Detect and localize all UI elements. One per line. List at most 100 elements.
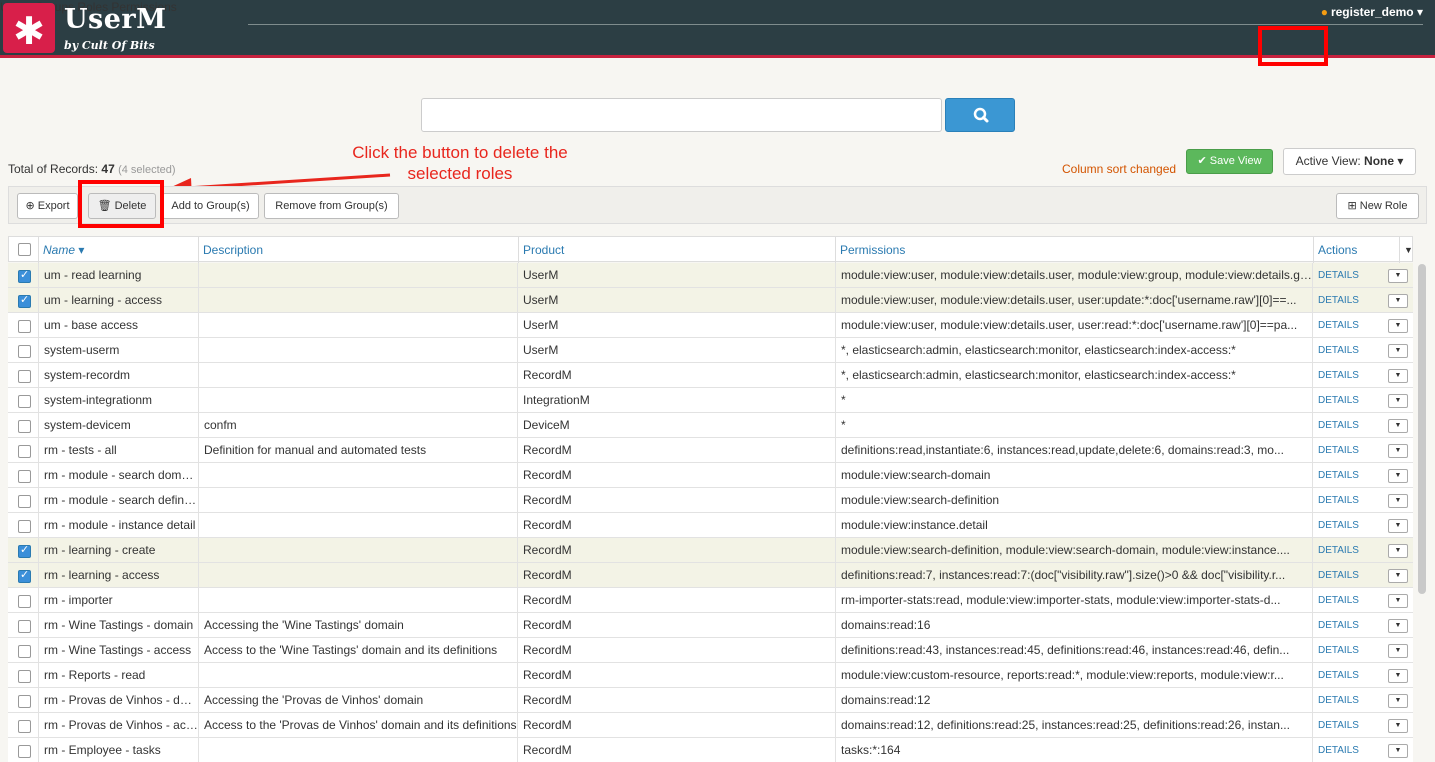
column-product[interactable]: Product: [518, 237, 836, 263]
row-menu-caret-icon[interactable]: ▼: [1388, 319, 1408, 333]
table-row[interactable]: um - base access UserM module:view:user, m…: [8, 313, 1413, 338]
table-row[interactable]: rm - importer RecordM rm-importer-stats:re…: [8, 588, 1413, 613]
row-checkbox[interactable]: [18, 620, 31, 633]
row-checkbox[interactable]: [18, 595, 31, 608]
row-menu-caret-icon[interactable]: ▼: [1388, 269, 1408, 283]
row-permissions: definitions:read:7, instances:read:7:(do…: [835, 563, 1312, 588]
table-row[interactable]: um - learning - access UserMmodule:view:u…: [8, 288, 1413, 313]
export-button[interactable]: ⊕ Export: [17, 193, 78, 219]
row-menu-caret-icon[interactable]: ▼: [1388, 369, 1408, 383]
remove-from-group-button[interactable]: Remove from Group(s): [264, 193, 399, 219]
row-menu-caret-icon[interactable]: ▼: [1388, 544, 1408, 558]
table-row[interactable]: um - read learning UserMmodule:view:user,…: [8, 263, 1413, 288]
table-row[interactable]: system-recordm RecordM *, elasticsearch:ad…: [8, 363, 1413, 388]
row-checkbox[interactable]: [18, 645, 31, 658]
row-menu-caret-icon[interactable]: ▼: [1388, 619, 1408, 633]
table-row[interactable]: rm - Employee - tasks RecordM tasks:*:164 D…: [8, 738, 1413, 762]
details-link[interactable]: DETAILS: [1318, 288, 1359, 313]
details-link[interactable]: DETAILS: [1318, 338, 1359, 363]
details-link[interactable]: DETAILS: [1318, 413, 1359, 438]
table-row[interactable]: system-integrationm IntegrationM * DETAILS ▼: [8, 388, 1413, 413]
row-checkbox[interactable]: [18, 495, 31, 508]
row-menu-caret-icon[interactable]: ▼: [1388, 719, 1408, 733]
details-link[interactable]: DETAILS: [1318, 738, 1359, 762]
column-description[interactable]: Description: [198, 237, 516, 263]
select-all-checkbox[interactable]: [18, 243, 31, 256]
row-checkbox[interactable]: [18, 470, 31, 483]
row-checkbox[interactable]: [18, 345, 31, 358]
row-product: RecordM: [517, 738, 835, 762]
row-checkbox[interactable]: [18, 420, 31, 433]
details-link[interactable]: DETAILS: [1318, 538, 1359, 563]
row-checkbox[interactable]: [18, 695, 31, 708]
table-row[interactable]: rm - Reports - read RecordM module:view:cu…: [8, 663, 1413, 688]
column-permissions[interactable]: Permissions: [835, 237, 1313, 263]
details-link[interactable]: DETAILS: [1318, 713, 1359, 738]
table-row[interactable]: rm - learning - access RecordMdefinitions…: [8, 563, 1413, 588]
row-checkbox[interactable]: [18, 268, 31, 283]
details-link[interactable]: DETAILS: [1318, 488, 1359, 513]
table-row[interactable]: rm - Wine Tastings - domain Accessing the…: [8, 613, 1413, 638]
row-menu-caret-icon[interactable]: ▼: [1388, 494, 1408, 508]
row-checkbox[interactable]: [18, 395, 31, 408]
row-checkbox[interactable]: [18, 568, 31, 583]
table-scrollbar[interactable]: [1418, 264, 1426, 594]
table-row[interactable]: system-devicem confm DeviceM * DETAILS ▼: [8, 413, 1413, 438]
user-menu[interactable]: ● register_demo ▾: [1321, 5, 1423, 19]
table-row[interactable]: rm - tests - all Definition for manual an…: [8, 438, 1413, 463]
row-description: Definition for manual and automated test…: [198, 438, 518, 463]
new-role-button[interactable]: ⊞ New Role: [1336, 193, 1419, 219]
row-menu-caret-icon[interactable]: ▼: [1388, 394, 1408, 408]
save-view-button[interactable]: ✔ Save View: [1186, 149, 1273, 174]
row-menu-caret-icon[interactable]: ▼: [1388, 694, 1408, 708]
row-checkbox[interactable]: [18, 745, 31, 758]
details-link[interactable]: DETAILS: [1318, 313, 1359, 338]
details-link[interactable]: DETAILS: [1318, 688, 1359, 713]
table-row[interactable]: rm - Provas de Vinhos - access Access to …: [8, 713, 1413, 738]
details-link[interactable]: DETAILS: [1318, 663, 1359, 688]
details-link[interactable]: DETAILS: [1318, 638, 1359, 663]
row-menu-caret-icon[interactable]: ▼: [1388, 444, 1408, 458]
row-checkbox[interactable]: [18, 720, 31, 733]
row-menu-caret-icon[interactable]: ▼: [1388, 294, 1408, 308]
table-row[interactable]: rm - learning - create RecordMmodule:view…: [8, 538, 1413, 563]
add-to-group-button[interactable]: Add to Group(s): [162, 193, 259, 219]
row-menu-caret-icon[interactable]: ▼: [1388, 569, 1408, 583]
details-link[interactable]: DETAILS: [1318, 363, 1359, 388]
details-link[interactable]: DETAILS: [1318, 613, 1359, 638]
active-view-dropdown[interactable]: Active View: None ▾: [1283, 148, 1416, 175]
details-link[interactable]: DETAILS: [1318, 388, 1359, 413]
row-checkbox[interactable]: [18, 520, 31, 533]
row-product: RecordM: [517, 488, 835, 513]
column-menu-caret-icon[interactable]: ▼: [1399, 237, 1414, 263]
row-checkbox[interactable]: [18, 293, 31, 308]
details-link[interactable]: DETAILS: [1318, 463, 1359, 488]
row-checkbox[interactable]: [18, 670, 31, 683]
row-checkbox[interactable]: [18, 320, 31, 333]
details-link[interactable]: DETAILS: [1318, 588, 1359, 613]
row-menu-caret-icon[interactable]: ▼: [1388, 419, 1408, 433]
table-row[interactable]: rm - module - search domains RecordM modul…: [8, 463, 1413, 488]
row-checkbox[interactable]: [18, 370, 31, 383]
table-row[interactable]: rm - module - search definitions RecordM m…: [8, 488, 1413, 513]
details-link[interactable]: DETAILS: [1318, 563, 1359, 588]
table-row[interactable]: rm - module - instance detail RecordM modu…: [8, 513, 1413, 538]
details-link[interactable]: DETAILS: [1318, 513, 1359, 538]
table-row[interactable]: system-userm UserM *, elasticsearch:admin,…: [8, 338, 1413, 363]
row-menu-caret-icon[interactable]: ▼: [1388, 594, 1408, 608]
row-menu-caret-icon[interactable]: ▼: [1388, 744, 1408, 758]
row-menu-caret-icon[interactable]: ▼: [1388, 519, 1408, 533]
row-checkbox[interactable]: [18, 445, 31, 458]
table-row[interactable]: rm - Wine Tastings - access Access to the…: [8, 638, 1413, 663]
row-menu-caret-icon[interactable]: ▼: [1388, 644, 1408, 658]
table-row[interactable]: rm - Provas de Vinhos - domain Accessing …: [8, 688, 1413, 713]
row-menu-caret-icon[interactable]: ▼: [1388, 469, 1408, 483]
details-link[interactable]: DETAILS: [1318, 263, 1359, 288]
search-button[interactable]: [945, 98, 1015, 132]
row-checkbox[interactable]: [18, 543, 31, 558]
details-link[interactable]: DETAILS: [1318, 438, 1359, 463]
search-input[interactable]: [421, 98, 942, 132]
row-menu-caret-icon[interactable]: ▼: [1388, 344, 1408, 358]
row-menu-caret-icon[interactable]: ▼: [1388, 669, 1408, 683]
column-name[interactable]: Name ▾: [38, 237, 201, 263]
